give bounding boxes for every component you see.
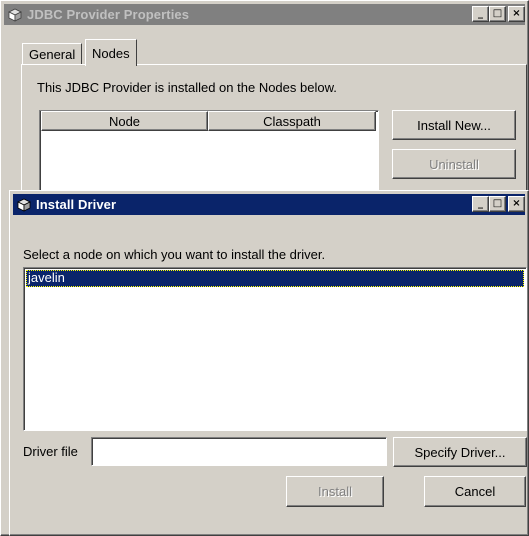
column-header-classpath[interactable]: Classpath — [208, 111, 376, 131]
install-label: Install — [318, 484, 352, 499]
nodes-description: This JDBC Provider is installed on the N… — [37, 80, 337, 95]
app-cube-icon — [17, 198, 31, 212]
close-icon[interactable]: × — [508, 6, 525, 22]
outer-window-title: JDBC Provider Properties — [27, 7, 190, 22]
outer-titlebar[interactable]: JDBC Provider Properties _ □ × — [4, 4, 525, 25]
dialog-prompt: Select a node on which you want to insta… — [23, 247, 326, 262]
minimize-icon[interactable]: _ — [472, 196, 489, 212]
specify-driver-label: Specify Driver... — [414, 444, 506, 460]
dialog-titlebar[interactable]: Install Driver _ □ × — [13, 194, 525, 215]
uninstall-label: Uninstall — [429, 156, 479, 172]
driver-file-input[interactable] — [91, 437, 387, 466]
install-new-label: Install New... — [417, 117, 491, 133]
maximize-icon[interactable]: □ — [489, 6, 506, 22]
app-cube-icon — [8, 8, 22, 22]
maximize-icon[interactable]: □ — [489, 196, 506, 212]
close-icon[interactable]: × — [508, 196, 525, 212]
dialog-title: Install Driver — [36, 197, 117, 212]
list-item-javelin[interactable]: javelin — [26, 270, 524, 287]
cancel-label: Cancel — [454, 484, 496, 499]
uninstall-button[interactable]: Uninstall — [392, 149, 516, 179]
install-button[interactable]: Install — [286, 476, 384, 507]
nodes-table[interactable]: Node Classpath — [39, 110, 379, 192]
install-driver-dialog: Install Driver _ □ × Select a node on wh… — [9, 190, 529, 536]
column-header-node[interactable]: Node — [41, 111, 208, 131]
driver-file-label: Driver file — [23, 444, 78, 459]
specify-driver-button[interactable]: Specify Driver... — [393, 437, 527, 467]
node-listbox[interactable]: javelin — [23, 267, 527, 431]
minimize-icon[interactable]: _ — [472, 6, 489, 22]
tab-general[interactable]: General — [22, 43, 83, 65]
tab-nodes[interactable]: Nodes — [85, 39, 137, 66]
install-new-button[interactable]: Install New... — [392, 110, 516, 140]
cancel-button[interactable]: Cancel — [424, 476, 526, 507]
